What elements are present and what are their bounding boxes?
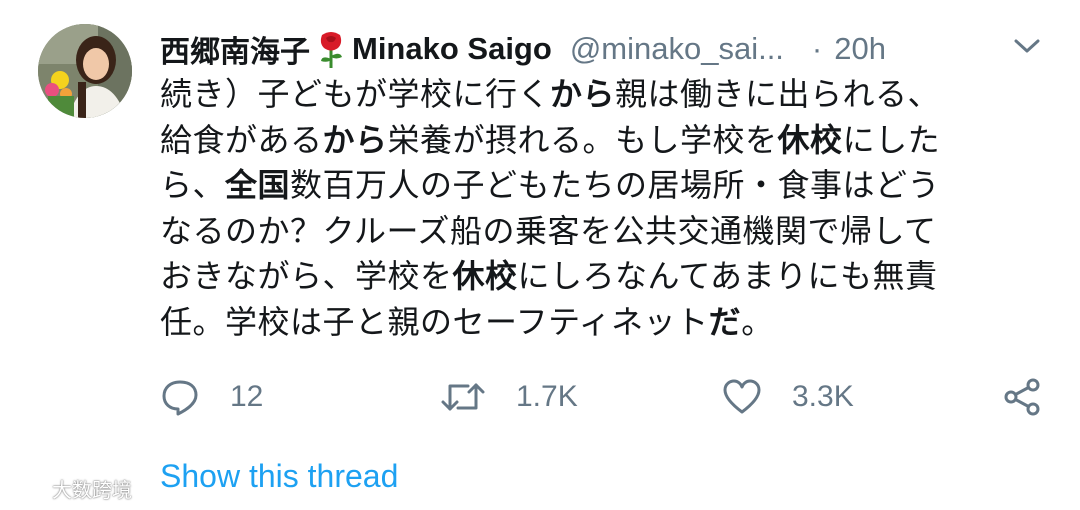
tweet-card[interactable]: 西郷南海子 Minako Saigo @minako_sai... · 20h … [0, 0, 1080, 510]
watermark: 大数跨境 [6, 474, 132, 503]
text-segment: 続き）子どもが学校に行く [160, 75, 551, 113]
bold-text-segment: だ [708, 302, 742, 341]
text-segment: 任。学校は子と親のセーフティネット [160, 302, 709, 341]
text-segment: にした [842, 120, 941, 159]
text-segment: なるのか？クルーズ船の乗客を公共交通機関で帰して [160, 211, 937, 250]
reply-icon [162, 380, 198, 416]
share-icon [1004, 378, 1040, 416]
watermark-logo-icon [6, 479, 46, 498]
timestamp[interactable]: 20h [834, 31, 886, 67]
tweet-text: 続き）子どもが学校に行くから親は働きに出られる、 給食があるから栄養が摂れる。もし… [160, 72, 1040, 345]
heart-icon [723, 379, 761, 414]
bold-text-segment: から [550, 75, 616, 113]
retweet-count: 1.7K [516, 380, 578, 413]
handle[interactable]: @minako_sai... [570, 31, 784, 67]
tweet-header: 西郷南海子 Minako Saigo @minako_sai... · 20h [160, 26, 886, 72]
bold-text-segment: 全国 [225, 166, 291, 204]
rose-icon [316, 29, 346, 69]
bold-text-segment: 休校 [777, 120, 843, 159]
avatar[interactable] [38, 24, 132, 118]
tweet-text-line: なるのか？クルーズ船の乗客を公共交通機関で帰して [160, 209, 1040, 255]
like-button[interactable]: 3.3K [722, 372, 854, 422]
show-thread-link[interactable]: Show this thread [160, 458, 398, 495]
text-segment: にしろなんてあまりにも無責 [517, 257, 938, 295]
text-segment: 給食がある [160, 120, 323, 159]
share-button[interactable] [1002, 372, 1042, 422]
text-segment: おきながら、学校を [160, 257, 453, 295]
avatar-image [38, 24, 132, 118]
text-segment: 数百万人の子どもたちの居場所・食事はどう [290, 166, 941, 204]
tweet-text-line: ら、全国数百万人の子どもたちの居場所・食事はどう [160, 163, 1040, 209]
reply-count: 12 [230, 380, 264, 413]
action-bar: 12 1.7K 3.3K [160, 372, 1050, 422]
separator-dot: · [811, 31, 823, 66]
text-segment: 。 [741, 302, 774, 341]
tweet-text-line: おきながら、学校を休校にしろなんてあまりにも無責 [160, 254, 1040, 300]
like-count: 3.3K [792, 380, 854, 413]
watermark-text: 大数跨境 [52, 478, 132, 502]
display-name[interactable]: 西郷南海子 [160, 27, 310, 71]
text-segment: 親は働きに出られる、 [615, 75, 941, 113]
bold-text-segment: 休校 [452, 257, 518, 295]
retweet-button[interactable]: 1.7K [440, 372, 578, 422]
tweet-text-line: 任。学校は子と親のセーフティネットだ。 [160, 300, 1040, 346]
tweet-text-line: 続き）子どもが学校に行くから親は働きに出られる、 [160, 72, 1040, 118]
reply-button[interactable]: 12 [160, 372, 263, 422]
tweet-text-line: 給食があるから栄養が摂れる。もし学校を休校にした [160, 118, 1040, 164]
retweet-icon [441, 383, 485, 411]
chevron-down-icon[interactable] [1010, 34, 1044, 58]
text-segment: 栄養が摂れる。もし学校を [387, 120, 778, 159]
handle-name[interactable]: Minako Saigo [352, 31, 552, 67]
text-segment: ら、 [160, 166, 226, 204]
bold-text-segment: から [322, 120, 388, 159]
